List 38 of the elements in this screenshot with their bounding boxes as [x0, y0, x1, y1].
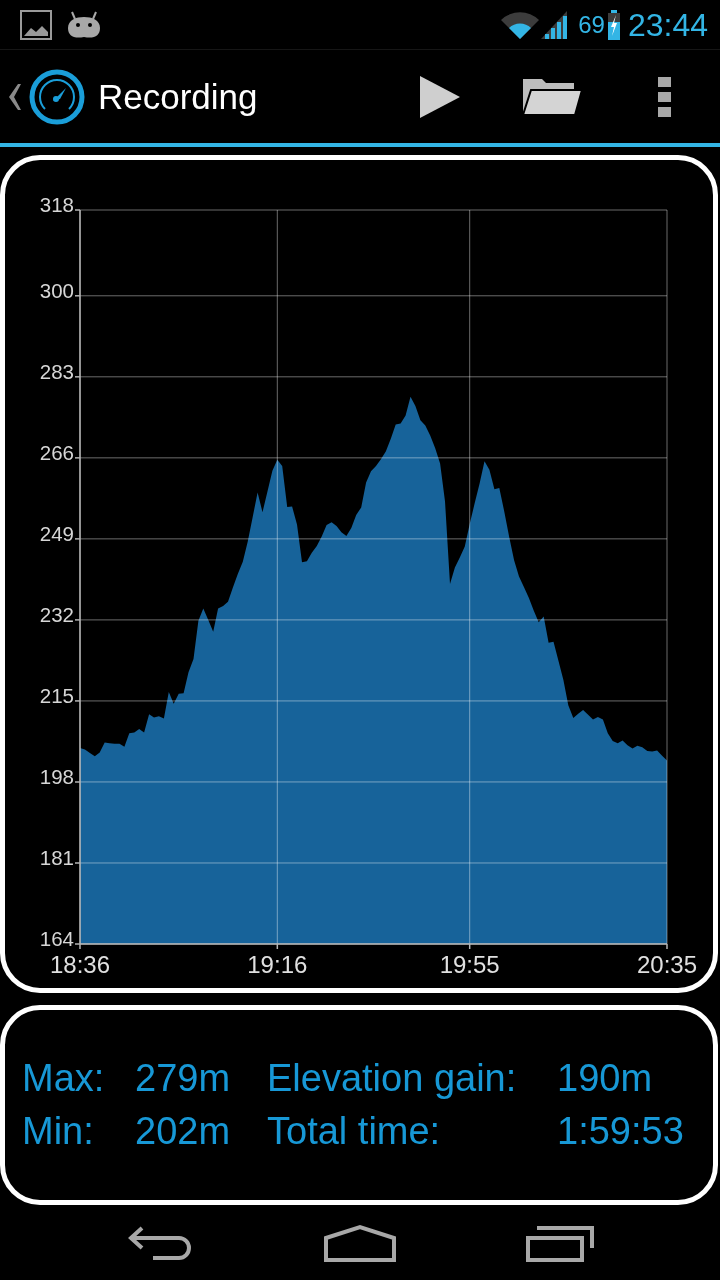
gauge-icon [29, 68, 85, 125]
x-tick-label: 19:16 [247, 951, 308, 978]
stat-label: Max: [22, 1056, 105, 1101]
stat-value: 202m [135, 1109, 231, 1154]
folder-icon [522, 77, 582, 116]
back-arrow-icon [127, 1224, 193, 1261]
signal-icon [540, 9, 569, 40]
y-tick-label: 181 [39, 845, 74, 869]
y-tick-label: 300 [39, 278, 74, 302]
y-tick-label: 318 [39, 193, 74, 216]
y-tick-label: 164 [39, 927, 74, 950]
y-tick-label: 198 [39, 764, 74, 788]
stat-value: 1:59:53 [557, 1109, 684, 1154]
battery-percent: 69 [578, 12, 605, 37]
y-tick-label: 215 [39, 683, 74, 707]
y-tick-label: 249 [39, 521, 74, 545]
home-icon [323, 1223, 397, 1262]
x-tick-label: 18:36 [49, 951, 111, 978]
x-tick-label: 19:55 [439, 951, 500, 978]
stat-value: 190m [557, 1056, 653, 1101]
play-icon [420, 75, 460, 118]
stat-label: Min: [22, 1109, 94, 1154]
robot-head-icon [66, 10, 102, 39]
chevron-left-icon [8, 82, 22, 111]
stat-label: Total time: [267, 1109, 441, 1154]
clock-time: 23:44 [627, 8, 708, 41]
x-tick-label: 20:35 [636, 951, 698, 978]
y-tick-label: 266 [39, 440, 74, 464]
image-icon [20, 9, 52, 40]
more-vertical-icon [657, 76, 671, 117]
y-tick-label: 283 [39, 359, 74, 383]
stat-value: 279m [135, 1056, 231, 1101]
screen-title: Recording [98, 76, 258, 117]
wifi-icon [500, 9, 541, 40]
stat-label: Elevation gain: [267, 1056, 517, 1101]
battery-charging-icon [607, 9, 620, 40]
y-tick-label: 232 [39, 602, 74, 626]
recent-apps-icon [525, 1223, 595, 1262]
